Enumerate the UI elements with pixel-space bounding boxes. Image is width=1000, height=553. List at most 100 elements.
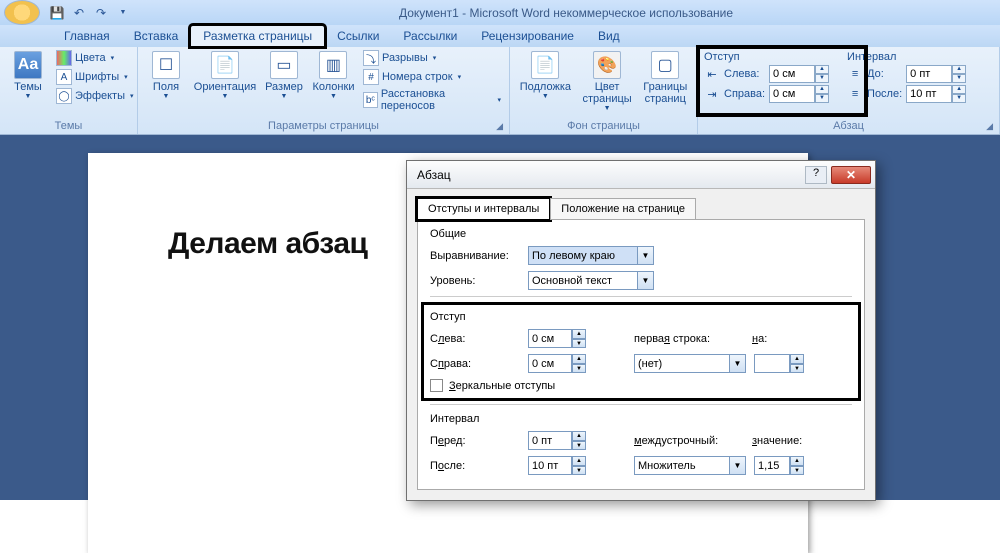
paragraph-dialog: Абзац ? ✕ Отступы и интервалы Положение … xyxy=(406,160,876,501)
fieldset-spacing: Интервал Перед: ▲▼ междустрочный: значен… xyxy=(430,413,852,475)
indent-right-spinner[interactable]: ▲▼ xyxy=(769,85,829,103)
dialog-body: Общие Выравнивание: ▼ Уровень: ▼ Отступ … xyxy=(417,219,865,490)
dialog-title: Абзац xyxy=(417,168,805,182)
at-spinner[interactable]: ▲▼ xyxy=(754,456,804,475)
tab-insert[interactable]: Вставка xyxy=(122,26,191,47)
space-after-label: После: xyxy=(867,88,902,100)
linespacing-label: междустрочный: xyxy=(634,435,744,447)
dialog-tab-position[interactable]: Положение на странице xyxy=(550,198,696,220)
redo-icon[interactable]: ↷ xyxy=(92,4,110,22)
chevron-down-icon: ▼ xyxy=(25,93,32,100)
tab-view[interactable]: Вид xyxy=(586,26,632,47)
themes-button[interactable]: Aa Темы ▼ xyxy=(6,49,50,102)
page-color-button[interactable]: 🎨Цвет страницы▼ xyxy=(579,49,636,114)
dlg-right-spinner[interactable]: ▲▼ xyxy=(528,354,586,373)
line-numbers-icon: # xyxy=(363,69,379,85)
indent-right-icon: ⇥ xyxy=(704,87,720,101)
legend-general: Общие xyxy=(430,228,852,240)
breaks-icon: ⤵ xyxy=(363,50,379,66)
orientation-button[interactable]: 📄Ориентация▼ xyxy=(192,49,258,102)
tab-references[interactable]: Ссылки xyxy=(325,26,391,47)
indent-left-icon: ⇤ xyxy=(704,67,720,81)
level-combo[interactable]: ▼ xyxy=(528,271,654,290)
before-input[interactable] xyxy=(528,431,572,450)
dialog-launcher-icon[interactable]: ◢ xyxy=(496,121,503,132)
dlg-left-spinner[interactable]: ▲▼ xyxy=(528,329,586,348)
firstline-combo[interactable]: ▼ xyxy=(634,354,746,373)
close-button[interactable]: ✕ xyxy=(831,166,871,184)
chevron-down-icon[interactable]: ▼ xyxy=(638,271,654,290)
level-label: Уровень: xyxy=(430,275,520,287)
margins-button[interactable]: ☐Поля▼ xyxy=(144,49,188,102)
spin-up-icon[interactable]: ▲ xyxy=(815,65,829,74)
help-button[interactable]: ? xyxy=(805,166,827,184)
fieldset-general: Общие Выравнивание: ▼ Уровень: ▼ xyxy=(430,228,852,290)
space-after-spinner[interactable]: ▲▼ xyxy=(906,85,966,103)
by-spinner[interactable]: ▲▼ xyxy=(754,354,804,373)
columns-button[interactable]: ▥Колонки▼ xyxy=(310,49,357,102)
at-input[interactable] xyxy=(754,456,790,475)
dialog-titlebar[interactable]: Абзац ? ✕ xyxy=(407,161,875,189)
page-borders-icon: ▢ xyxy=(651,51,679,79)
theme-fonts-button[interactable]: AШрифты▾ xyxy=(54,68,136,86)
group-themes: Aa Темы ▼ Цвета▾ AШрифты▾ ◯Эффекты▾ Темы xyxy=(0,47,138,134)
tab-mailings[interactable]: Рассылки xyxy=(391,26,469,47)
theme-effects-button[interactable]: ◯Эффекты▾ xyxy=(54,87,136,105)
qat-dropdown-icon[interactable]: ▼ xyxy=(114,4,132,22)
group-paragraph: Отступ ⇤ Слева: ▲▼ ⇥ Справа: ▲▼ Интервал… xyxy=(698,47,1000,134)
chevron-down-icon[interactable]: ▼ xyxy=(730,354,746,373)
tab-home[interactable]: Главная xyxy=(52,26,122,47)
tab-page-layout[interactable]: Разметка страницы xyxy=(190,25,325,47)
save-icon[interactable]: 💾 xyxy=(48,4,66,22)
space-before-input[interactable] xyxy=(906,65,952,83)
checkbox-icon[interactable] xyxy=(430,379,443,392)
fonts-icon: A xyxy=(56,69,72,85)
tab-review[interactable]: Рецензирование xyxy=(469,26,586,47)
indent-left-label: Слева: xyxy=(724,68,765,80)
theme-colors-button[interactable]: Цвета▾ xyxy=(54,49,136,67)
firstline-input[interactable] xyxy=(634,354,730,373)
alignment-input[interactable] xyxy=(528,246,638,265)
level-input[interactable] xyxy=(528,271,638,290)
size-button[interactable]: ▭Размер▼ xyxy=(262,49,306,102)
undo-icon[interactable]: ↶ xyxy=(70,4,88,22)
hyphenation-button[interactable]: bᶜРасстановка переносов▾ xyxy=(361,87,503,113)
mirror-indents-checkbox[interactable]: Зеркальные отступы xyxy=(430,379,852,392)
office-button[interactable] xyxy=(4,0,40,25)
before-spinner[interactable]: ▲▼ xyxy=(528,431,586,450)
watermark-button[interactable]: 📄Подложка▼ xyxy=(516,49,575,102)
separator xyxy=(430,404,852,405)
space-before-label: До: xyxy=(867,68,902,80)
by-input[interactable] xyxy=(754,354,790,373)
page-borders-button[interactable]: ▢Границы страниц xyxy=(639,49,691,107)
before-label: Перед: xyxy=(430,435,520,447)
spin-down-icon[interactable]: ▼ xyxy=(815,74,829,83)
after-spinner[interactable]: ▲▼ xyxy=(528,456,586,475)
mirror-label: Зеркальные отступы xyxy=(449,380,555,392)
space-before-spinner[interactable]: ▲▼ xyxy=(906,65,966,83)
chevron-down-icon[interactable]: ▼ xyxy=(730,456,746,475)
after-input[interactable] xyxy=(528,456,572,475)
space-after-input[interactable] xyxy=(906,85,952,103)
fieldset-indent: Отступ Слева: ▲▼ первая строка: на: Спра… xyxy=(424,305,858,398)
firstline-label: первая строка: xyxy=(634,333,744,345)
indent-left-input[interactable] xyxy=(769,65,815,83)
margins-icon: ☐ xyxy=(152,51,180,79)
linespacing-input[interactable] xyxy=(634,456,730,475)
breaks-button[interactable]: ⤵Разрывы▾ xyxy=(361,49,503,67)
space-before-icon: ≡ xyxy=(847,67,863,81)
dlg-right-input[interactable] xyxy=(528,354,572,373)
linespacing-combo[interactable]: ▼ xyxy=(634,456,746,475)
indent-left-spinner[interactable]: ▲▼ xyxy=(769,65,829,83)
separator xyxy=(430,296,852,297)
dialog-launcher-icon[interactable]: ◢ xyxy=(986,121,993,132)
dlg-left-input[interactable] xyxy=(528,329,572,348)
indent-header: Отступ xyxy=(704,51,829,63)
orientation-icon: 📄 xyxy=(211,51,239,79)
indent-right-input[interactable] xyxy=(769,85,815,103)
dialog-tab-indents[interactable]: Отступы и интервалы xyxy=(417,198,550,220)
line-numbers-button[interactable]: #Номера строк▾ xyxy=(361,68,503,86)
chevron-down-icon[interactable]: ▼ xyxy=(638,246,654,265)
alignment-combo[interactable]: ▼ xyxy=(528,246,654,265)
group-label-paragraph: Абзац◢ xyxy=(704,119,993,134)
